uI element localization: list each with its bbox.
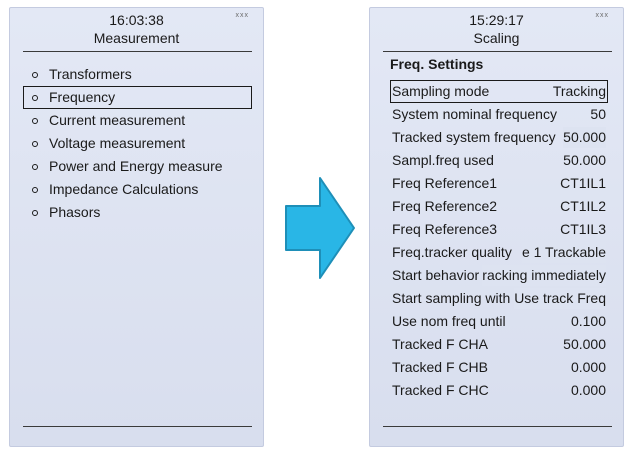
menu-item-label: Phasors — [49, 204, 101, 220]
header-divider — [383, 51, 612, 52]
menu-item-power-energy[interactable]: Power and Energy measure — [23, 155, 252, 178]
setting-label: Start behavior — [392, 267, 480, 283]
setting-row-tracked-frequency[interactable]: Tracked system frequency 50.000 — [390, 126, 608, 149]
setting-value: Tracking — [552, 83, 606, 99]
menu-item-transformers[interactable]: Transformers — [23, 63, 252, 86]
menu-item-voltage-measurement[interactable]: Voltage measurement — [23, 132, 252, 155]
setting-row-start-behavior[interactable]: Start behavior racking immediately — [390, 264, 608, 287]
setting-label: Use nom freq until — [392, 313, 506, 329]
setting-row-tracked-f-chb[interactable]: Tracked F CHB 0.000 — [390, 356, 608, 379]
setting-value: CT1IL1 — [560, 175, 606, 191]
freq-settings-list: Sampling mode Tracking System nominal fre… — [390, 80, 608, 402]
setting-label: Tracked F CHA — [392, 336, 488, 352]
measurement-screen: 16:03:38 xxx Measurement Transformers Fr… — [9, 7, 264, 447]
setting-value: 50.000 — [563, 336, 606, 352]
bullet-icon — [32, 187, 38, 193]
menu-item-frequency[interactable]: Frequency — [23, 86, 252, 109]
menu-item-label: Impedance Calculations — [49, 181, 199, 197]
screen-title: Measurement — [93, 30, 180, 46]
right-arrow-icon — [285, 177, 355, 279]
setting-value: racking immediately — [482, 265, 606, 286]
setting-row-tracker-quality[interactable]: Freq.tracker quality e 1 Trackable — [390, 241, 608, 264]
setting-label: Tracked F CHC — [392, 382, 489, 398]
measurement-menu: Transformers Frequency Current measureme… — [23, 63, 252, 224]
scaling-screen: 15:29:17 xxx Scaling Freq. Settings Samp… — [369, 7, 624, 447]
menu-item-label: Transformers — [49, 66, 132, 82]
menu-item-label: Frequency — [49, 89, 116, 105]
setting-label: Freq Reference3 — [392, 221, 498, 237]
setting-label: Tracked F CHB — [392, 359, 488, 375]
clock-time: 16:03:38 — [109, 12, 164, 28]
menu-item-label: Current measurement — [49, 112, 186, 128]
menu-item-impedance[interactable]: Impedance Calculations — [23, 178, 252, 201]
bullet-icon — [32, 210, 38, 216]
setting-value: 0.000 — [570, 359, 606, 375]
bullet-icon — [32, 164, 38, 170]
setting-label: Sampl.freq used — [392, 152, 494, 168]
setting-row-tracked-f-chc[interactable]: Tracked F CHC 0.000 — [390, 379, 608, 402]
setting-row-sampl-freq-used[interactable]: Sampl.freq used 50.000 — [390, 149, 608, 172]
bullet-icon — [32, 72, 38, 78]
menu-item-phasors[interactable]: Phasors — [23, 201, 252, 224]
setting-label: Freq.tracker quality — [392, 244, 512, 260]
setting-row-freq-reference1[interactable]: Freq Reference1 CT1IL1 — [390, 172, 608, 195]
setting-value: 50.000 — [563, 152, 606, 168]
menu-item-label: Power and Energy measure — [49, 158, 223, 174]
setting-label: Start sampling with — [392, 290, 511, 306]
setting-value: 50 — [590, 106, 606, 122]
header-divider — [23, 51, 252, 52]
setting-value: 0.100 — [570, 313, 606, 329]
setting-row-freq-reference2[interactable]: Freq Reference2 CT1IL2 — [390, 195, 608, 218]
screen-title: Scaling — [473, 30, 520, 46]
setting-label: Tracked system frequency — [392, 129, 556, 145]
setting-value: 0.000 — [570, 382, 606, 398]
setting-label: Sampling mode — [392, 83, 490, 99]
footer-divider — [383, 426, 612, 427]
setting-label: System nominal frequency — [392, 106, 557, 122]
footer-divider — [23, 426, 252, 427]
bullet-icon — [32, 141, 38, 147]
setting-row-tracked-f-cha[interactable]: Tracked F CHA 50.000 — [390, 333, 608, 356]
status-indicator: xxx — [235, 12, 249, 19]
section-title: Freq. Settings — [390, 56, 484, 72]
setting-value: CT1IL2 — [560, 198, 606, 214]
setting-value: 50.000 — [563, 127, 606, 148]
menu-item-current-measurement[interactable]: Current measurement — [23, 109, 252, 132]
setting-value: CT1IL3 — [560, 221, 606, 237]
setting-row-freq-reference3[interactable]: Freq Reference3 CT1IL3 — [390, 218, 608, 241]
setting-row-use-nom-freq[interactable]: Use nom freq until 0.100 — [390, 310, 608, 333]
bullet-icon — [32, 118, 38, 124]
setting-label: Freq Reference2 — [392, 198, 498, 214]
setting-label: Freq Reference1 — [392, 175, 498, 191]
setting-value: e 1 Trackable — [521, 242, 606, 263]
setting-row-start-sampling[interactable]: Start sampling with Use track Freq — [390, 287, 608, 310]
menu-item-label: Voltage measurement — [49, 135, 186, 151]
setting-row-nominal-frequency[interactable]: System nominal frequency 50 — [390, 103, 608, 126]
bullet-icon — [32, 95, 38, 101]
clock-time: 15:29:17 — [469, 12, 524, 28]
status-indicator: xxx — [595, 12, 609, 19]
setting-row-sampling-mode[interactable]: Sampling mode Tracking — [390, 80, 608, 103]
setting-value: Use track Freq — [514, 288, 606, 309]
